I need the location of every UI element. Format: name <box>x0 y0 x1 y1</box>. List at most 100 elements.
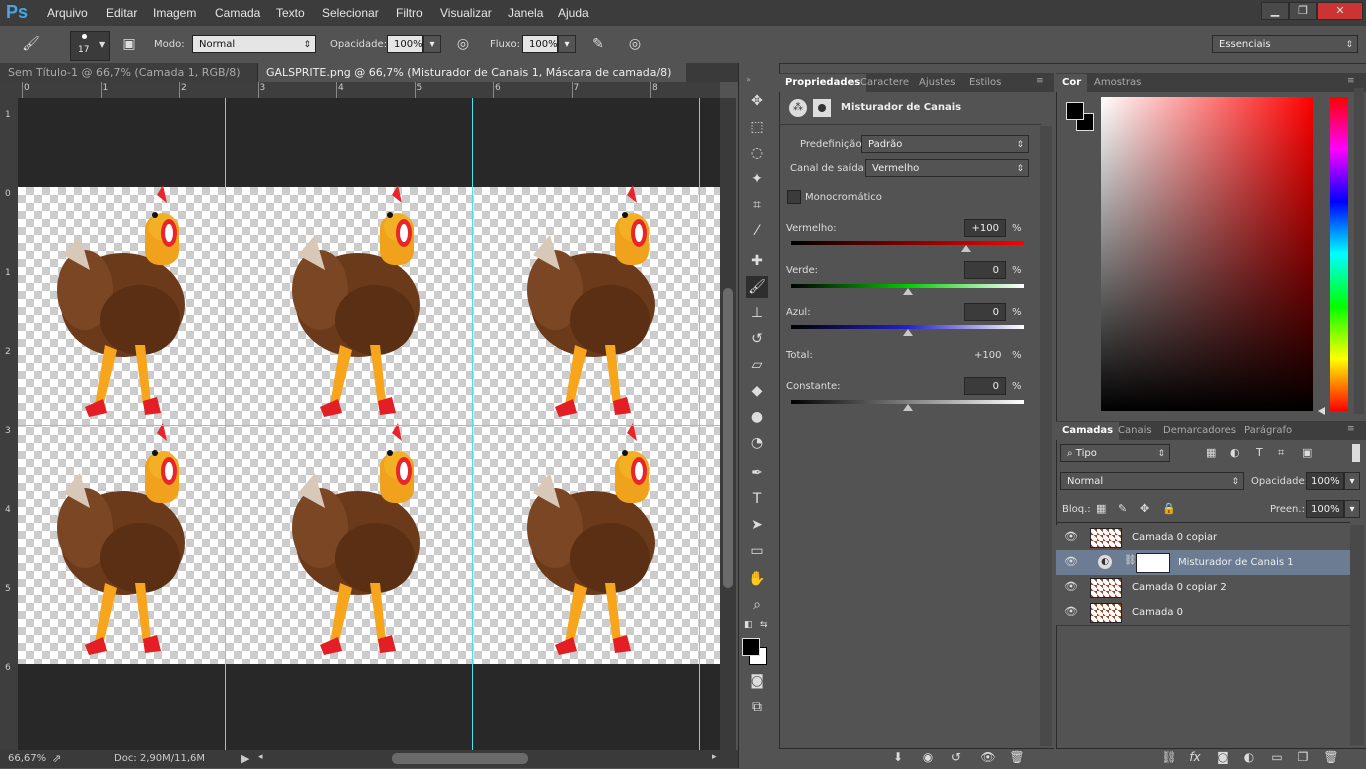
path-selection-tool-icon[interactable]: ➤ <box>746 514 768 536</box>
hue-slider[interactable] <box>1330 97 1348 411</box>
move-tool-icon[interactable]: ✥ <box>746 90 768 112</box>
default-colors-icon[interactable]: ◧ <box>744 620 753 630</box>
visibility-eye-icon[interactable]: 👁 <box>1064 555 1078 569</box>
fill-dropdown[interactable]: ▾ <box>1344 500 1360 518</box>
toolbox-collapse-icon[interactable]: » <box>746 75 770 84</box>
menu-visualizar[interactable]: Visualizar <box>440 6 492 20</box>
link-icon[interactable]: ⛓ <box>1124 555 1137 566</box>
delete-icon[interactable]: 🗑 <box>1008 750 1026 764</box>
export-icon[interactable]: ⇗ <box>52 752 61 765</box>
minimize-button[interactable]: ▁ <box>1261 2 1289 20</box>
lock-all-icon[interactable]: 🔒 <box>1162 502 1176 515</box>
tab-estilos[interactable]: Estilos <box>963 74 1007 92</box>
menu-arquivo[interactable]: Arquivo <box>47 6 88 20</box>
filter-shape-icon[interactable]: ⌗ <box>1278 446 1284 460</box>
mask-icon[interactable] <box>813 99 831 117</box>
red-slider-track[interactable] <box>791 241 1024 245</box>
panel-menu-icon[interactable]: ≡ <box>1347 424 1355 434</box>
tab-ajustes[interactable]: Ajustes <box>913 74 961 92</box>
swap-colors-icon[interactable]: ⇆ <box>760 620 768 630</box>
dodge-tool-icon[interactable]: ◔ <box>746 432 768 454</box>
crop-tool-icon[interactable]: ⌗ <box>746 194 768 216</box>
tab-sem-titulo[interactable]: Sem Título-1 @ 66,7% (Camada 1, RGB/8) *… <box>0 63 258 98</box>
delete-layer-icon[interactable]: 🗑 <box>1322 750 1340 764</box>
menu-selecionar[interactable]: Selecionar <box>322 6 379 20</box>
tab-canais[interactable]: Canais <box>1112 422 1158 440</box>
new-adjustment-icon[interactable]: ◐ <box>1240 750 1258 764</box>
layer-style-icon[interactable]: fx <box>1186 750 1204 764</box>
link-layers-icon[interactable]: ⛓ <box>1160 750 1178 764</box>
layer-filter-select[interactable]: ⌕ Tipo ⇕ <box>1060 444 1170 462</box>
tab-paragrafo[interactable]: Parágrafo <box>1238 422 1298 440</box>
scroll-left-icon[interactable]: ◂ <box>258 752 263 762</box>
visibility-eye-icon[interactable]: 👁 <box>979 750 997 764</box>
channel-mixer-icon[interactable]: ⁂ <box>789 99 807 117</box>
layer-row[interactable]: 👁 ◐ ⛓ Misturador de Canais 1 <box>1056 550 1350 576</box>
restore-button[interactable]: ❐ <box>1289 2 1317 20</box>
new-group-icon[interactable]: ▭ <box>1268 750 1286 764</box>
color-scrollbar[interactable] <box>1354 88 1364 414</box>
eraser-tool-icon[interactable]: ▱ <box>746 354 768 376</box>
filter-smart-object-icon[interactable]: ▣ <box>1302 446 1312 459</box>
green-slider-knob[interactable] <box>902 288 913 295</box>
airbrush-icon[interactable]: ✎ <box>587 33 609 55</box>
pen-tool-icon[interactable]: ✒ <box>746 462 768 484</box>
lock-pixels-icon[interactable]: ✎ <box>1118 502 1127 515</box>
layer-mask-thumbnail[interactable] <box>1136 553 1170 573</box>
layers-scrollbar[interactable] <box>1350 525 1364 745</box>
color-field[interactable] <box>1101 97 1313 411</box>
flow-dropdown[interactable]: ▾ <box>558 35 576 53</box>
pressure-opacity-icon[interactable]: ◎ <box>452 33 474 55</box>
properties-scrollbar[interactable] <box>1040 126 1052 746</box>
horizontal-scroll-thumb[interactable] <box>392 753 528 764</box>
flow-field[interactable]: 100% <box>522 35 558 53</box>
tab-galsprite[interactable]: GALSPRITE.png @ 66,7% (Misturador de Can… <box>258 63 686 98</box>
visibility-eye-icon[interactable]: 👁 <box>1064 530 1078 544</box>
eyedropper-tool-icon[interactable]: ⁄ <box>746 220 768 242</box>
brush-panel-toggle-icon[interactable]: ▣ <box>118 33 140 55</box>
layer-opacity-field[interactable]: 100% <box>1306 472 1344 490</box>
filter-toggle[interactable] <box>1352 444 1360 462</box>
tab-caractere[interactable]: Caractere <box>854 74 915 92</box>
tab-demarcadores[interactable]: Demarcadores <box>1157 422 1242 440</box>
vertical-scroll-thumb[interactable] <box>723 288 733 588</box>
preset-select[interactable]: Padrão ⇕ <box>861 135 1029 153</box>
tab-cor[interactable]: Cor <box>1056 74 1088 92</box>
panel-menu-icon[interactable]: ≡ <box>1036 76 1044 86</box>
green-value-field[interactable]: 0 <box>964 261 1006 279</box>
guide-vertical[interactable] <box>699 98 700 750</box>
type-tool-icon[interactable]: T <box>746 488 768 510</box>
tab-amostras[interactable]: Amostras <box>1088 74 1147 92</box>
ruler-top[interactable]: 0 1 2 3 4 5 6 7 8 <box>18 82 720 99</box>
zoom-level[interactable]: 66,67% <box>8 753 46 764</box>
marquee-tool-icon[interactable]: ⬚ <box>746 116 768 138</box>
view-previous-state-icon[interactable]: ◉ <box>919 750 937 764</box>
lock-position-icon[interactable]: ✥ <box>1140 502 1149 515</box>
blue-value-field[interactable]: 0 <box>964 303 1006 321</box>
menu-janela[interactable]: Janela <box>508 6 543 20</box>
menu-filtro[interactable]: Filtro <box>396 6 423 20</box>
fill-field[interactable]: 100% <box>1306 500 1344 518</box>
pressure-size-icon[interactable]: ◎ <box>624 33 646 55</box>
ruler-corner[interactable] <box>0 82 18 98</box>
status-menu-arrow-icon[interactable]: ▶ <box>241 752 249 765</box>
monochrome-checkbox[interactable] <box>787 190 801 204</box>
panel-menu-icon[interactable]: ≡ <box>1347 76 1355 86</box>
screen-mode-icon[interactable]: ⧉ <box>746 696 768 718</box>
magic-wand-tool-icon[interactable]: ✦ <box>746 168 768 190</box>
blend-mode-select[interactable]: Normal ⇕ <box>1060 472 1244 490</box>
red-value-field[interactable]: +100 <box>964 219 1006 237</box>
opacity-dropdown[interactable]: ▾ <box>423 35 441 53</box>
brush-tool-preset-icon[interactable]: 🖌 <box>20 33 42 55</box>
hue-knob[interactable] <box>1318 407 1325 415</box>
lock-transparent-icon[interactable]: ▦ <box>1096 502 1106 515</box>
filter-adjustment-icon[interactable]: ◐ <box>1230 446 1240 459</box>
mode-select[interactable]: Normal ⇕ <box>192 35 316 53</box>
filter-pixel-icon[interactable]: ▦ <box>1206 446 1216 459</box>
layer-row[interactable]: 👁 Camada 0 <box>1056 600 1350 626</box>
guide-horizontal[interactable] <box>18 425 720 426</box>
tab-camadas[interactable]: Camadas <box>1056 422 1120 440</box>
guide-vertical[interactable] <box>472 98 473 750</box>
quick-mask-icon[interactable]: ◙ <box>746 670 768 692</box>
output-channel-select[interactable]: Vermelho ⇕ <box>865 159 1029 177</box>
